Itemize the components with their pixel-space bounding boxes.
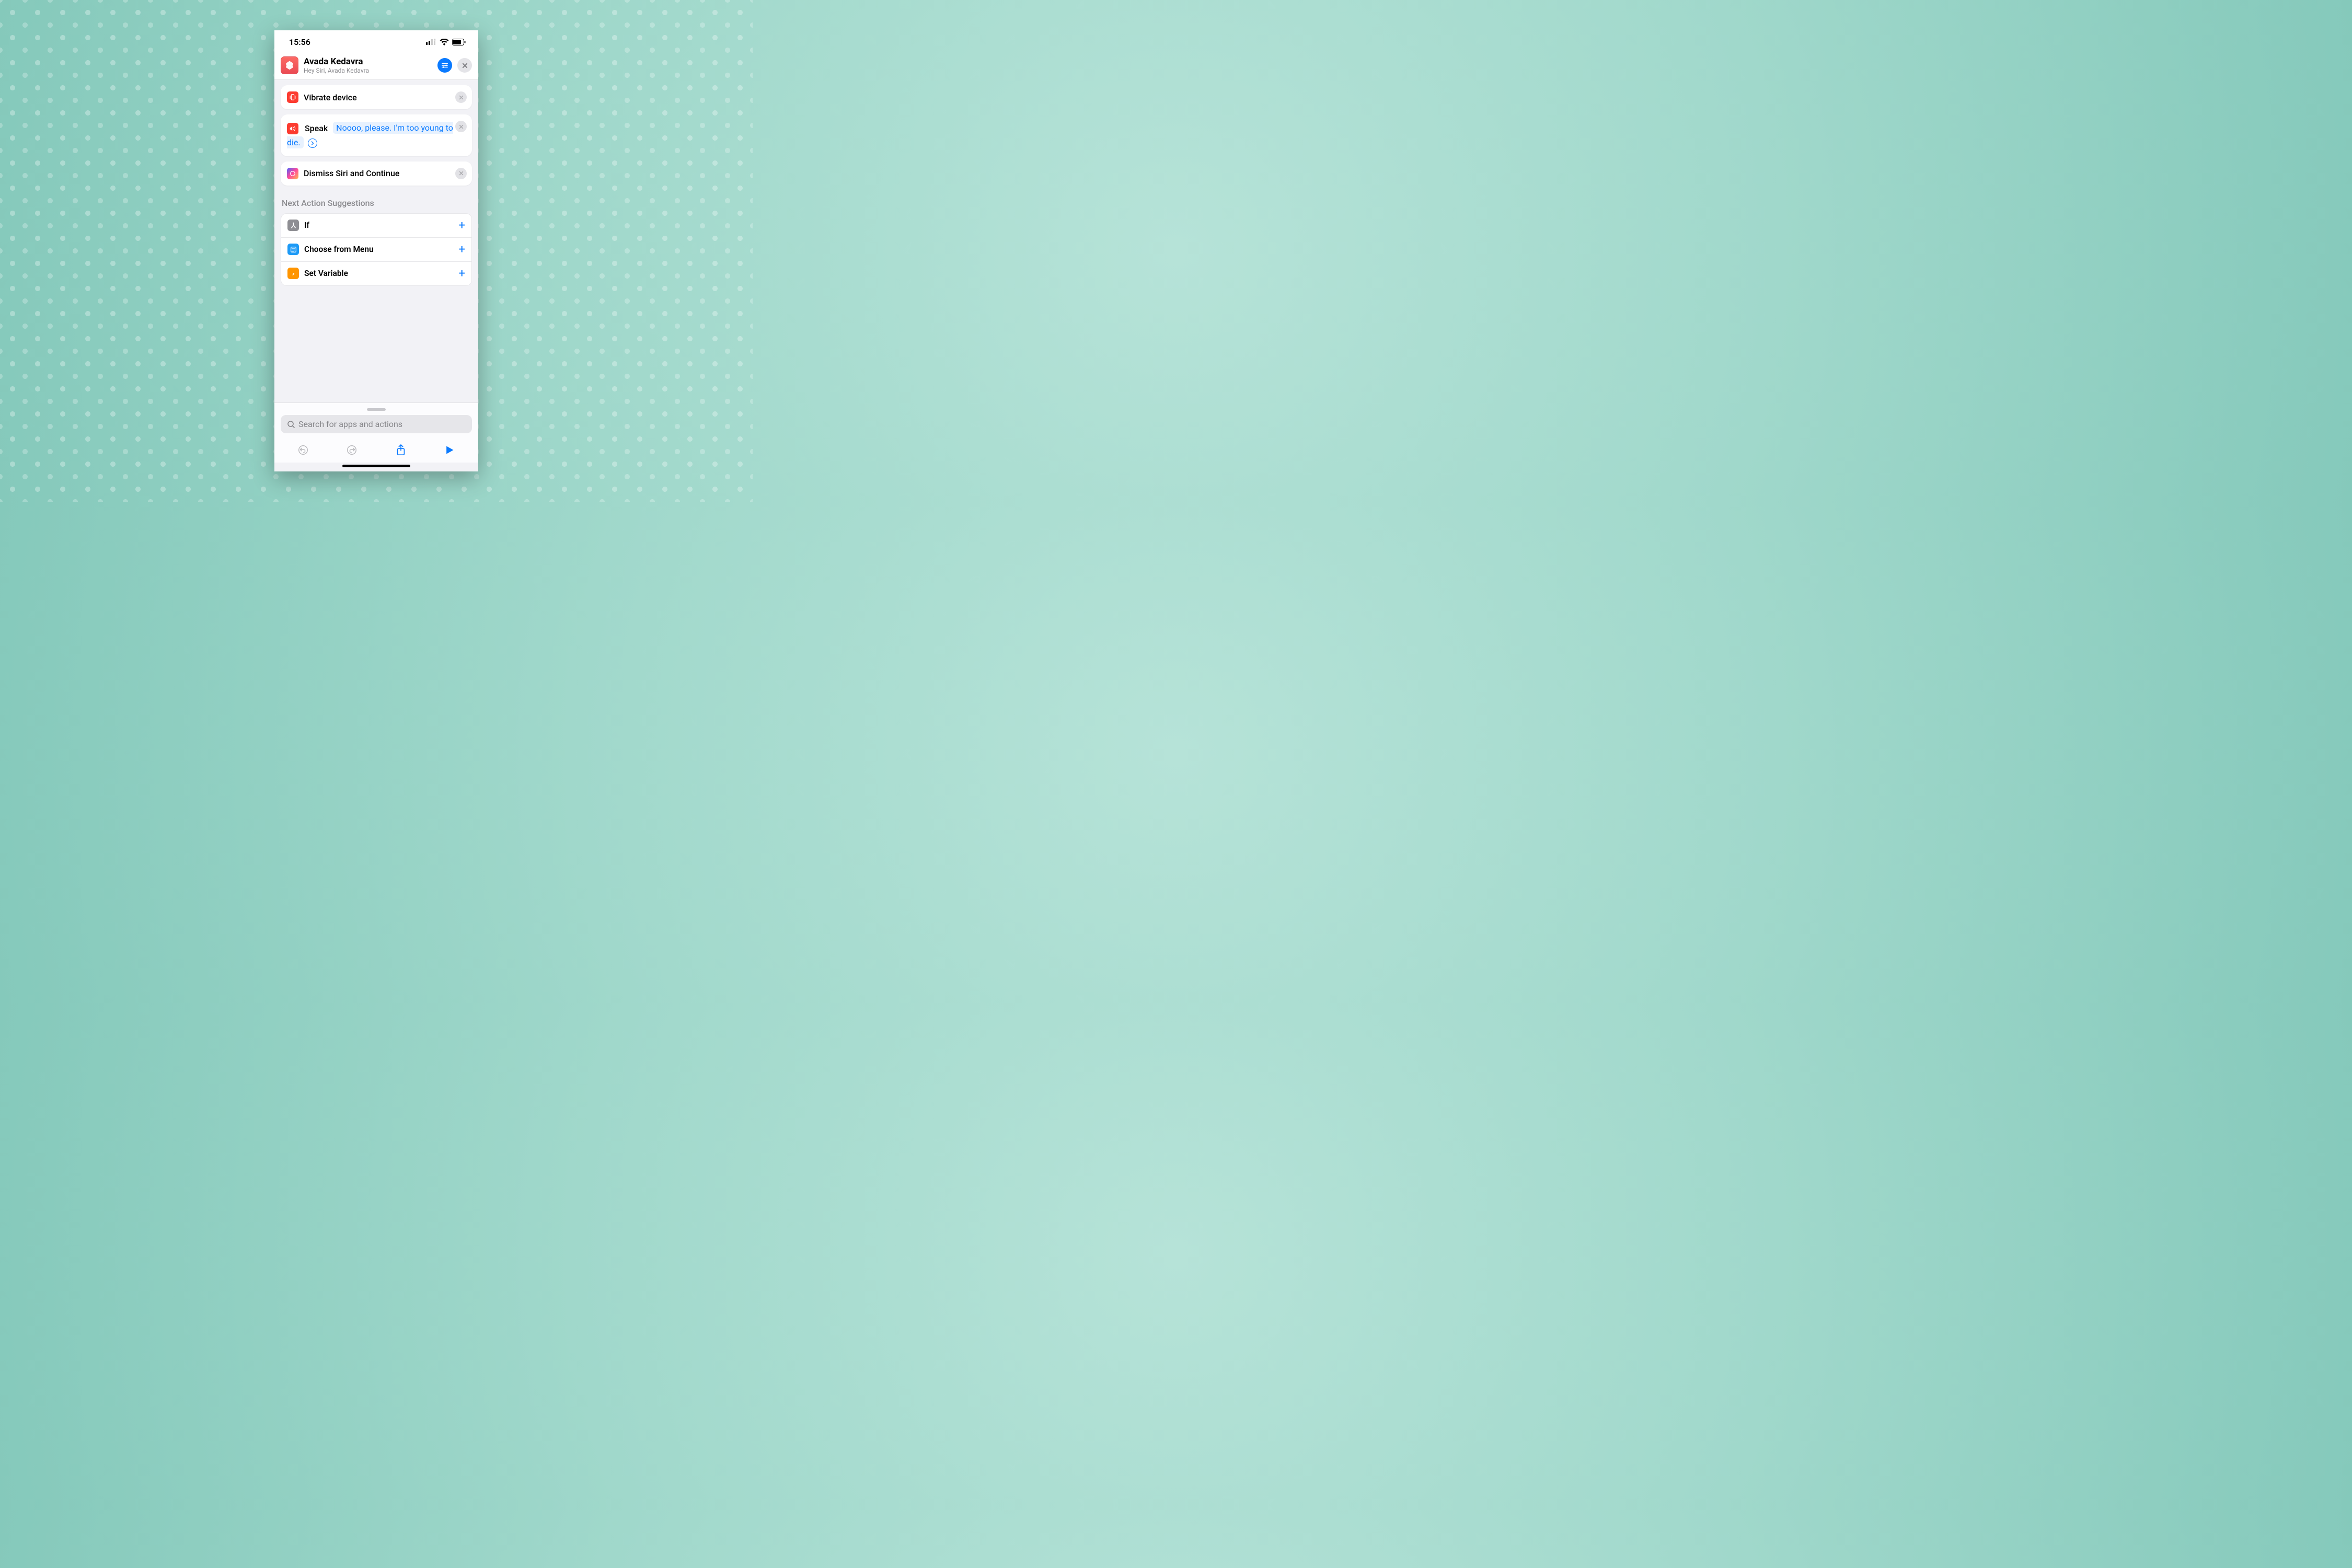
share-button[interactable]	[393, 442, 409, 458]
shortcut-title[interactable]: Avada Kedavra	[304, 56, 432, 67]
suggestions-list: If + Choose from Menu + x Set Variable +	[281, 213, 472, 286]
phone-frame: 15:56 ! Avada Kedavra Hey Siri, Avada Ke…	[274, 30, 478, 471]
expand-param-icon[interactable]	[308, 139, 317, 148]
action-label: Vibrate device	[304, 93, 357, 102]
branch-icon	[287, 220, 299, 231]
delete-action-button[interactable]	[455, 121, 467, 132]
suggestion-label: Choose from Menu	[304, 245, 454, 254]
svg-text:x: x	[292, 271, 295, 276]
status-time: 15:56	[289, 37, 310, 47]
suggestion-label: Set Variable	[304, 269, 454, 278]
menu-icon	[287, 244, 299, 255]
battery-icon	[452, 39, 466, 45]
action-speak[interactable]: Speak Noooo, please. I'm too young to di…	[281, 114, 472, 156]
status-bar: 15:56 !	[274, 30, 478, 53]
action-dismiss-siri[interactable]: Dismiss Siri and Continue	[281, 162, 472, 186]
home-indicator[interactable]	[342, 465, 410, 467]
action-label: Dismiss Siri and Continue	[304, 168, 399, 178]
suggestion-menu[interactable]: Choose from Menu +	[281, 238, 471, 262]
sheet-grabber[interactable]	[367, 408, 386, 411]
suggestion-variable[interactable]: x Set Variable +	[281, 262, 471, 285]
siri-icon	[287, 168, 298, 179]
wifi-icon	[440, 39, 449, 45]
suggestion-if[interactable]: If +	[281, 214, 471, 238]
cellular-icon: !	[426, 39, 436, 45]
shortcut-header: Avada Kedavra Hey Siri, Avada Kedavra	[274, 53, 478, 80]
speaker-icon	[287, 123, 298, 134]
close-button[interactable]	[457, 58, 472, 73]
bottom-toolbar	[274, 436, 478, 463]
run-button[interactable]	[441, 442, 458, 458]
delete-action-button[interactable]	[455, 91, 467, 103]
vibrate-icon	[287, 91, 298, 103]
action-vibrate[interactable]: Vibrate device	[281, 85, 472, 109]
add-suggestion-button[interactable]: +	[459, 243, 465, 256]
variable-icon: x	[287, 268, 299, 279]
actions-scroll[interactable]: Vibrate device Speak Noooo, please. I'm …	[274, 80, 478, 402]
shortcut-app-icon	[281, 56, 298, 74]
settings-button[interactable]	[437, 58, 452, 73]
status-icons: !	[426, 39, 466, 45]
suggestion-label: If	[304, 221, 454, 230]
add-suggestion-button[interactable]: +	[459, 267, 465, 280]
search-placeholder: Search for apps and actions	[298, 419, 402, 429]
bottom-sheet[interactable]: Search for apps and actions	[274, 402, 478, 436]
add-suggestion-button[interactable]: +	[459, 219, 465, 232]
redo-button[interactable]	[343, 442, 360, 458]
shortcut-subtitle: Hey Siri, Avada Kedavra	[304, 67, 432, 74]
search-icon	[287, 420, 295, 429]
undo-button[interactable]	[295, 442, 312, 458]
search-input[interactable]: Search for apps and actions	[281, 415, 472, 433]
suggestions-heading: Next Action Suggestions	[282, 198, 471, 208]
action-label: Speak	[305, 123, 328, 133]
delete-action-button[interactable]	[455, 168, 467, 179]
